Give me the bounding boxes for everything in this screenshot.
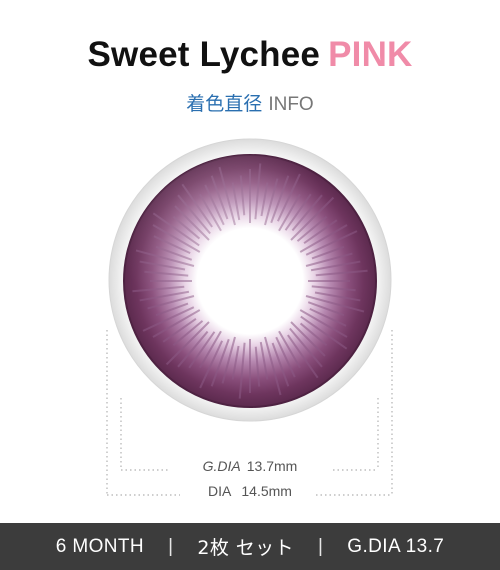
separator: | bbox=[168, 535, 174, 557]
dia-value: 14.5mm bbox=[241, 483, 292, 499]
pack-count: 2枚 セット bbox=[197, 537, 294, 559]
gdia-spec: G.DIA 13.7mm bbox=[0, 457, 500, 475]
dia-spec: DIA 14.5mm bbox=[0, 482, 500, 500]
wear-period: 6 MONTH bbox=[55, 535, 145, 557]
separator: | bbox=[317, 535, 324, 557]
lens-image bbox=[106, 138, 393, 496]
bottom-info-bar: 6 MONTH | 2枚 セット | G.DIA 13.7 bbox=[0, 523, 500, 570]
gdia-label: G.DIA bbox=[202, 458, 241, 474]
gdia-summary: G.DIA 13.7 bbox=[347, 535, 445, 557]
gdia-value: 13.7mm bbox=[246, 458, 298, 474]
dia-label: DIA bbox=[208, 483, 232, 499]
lens-illustration bbox=[0, 0, 500, 520]
